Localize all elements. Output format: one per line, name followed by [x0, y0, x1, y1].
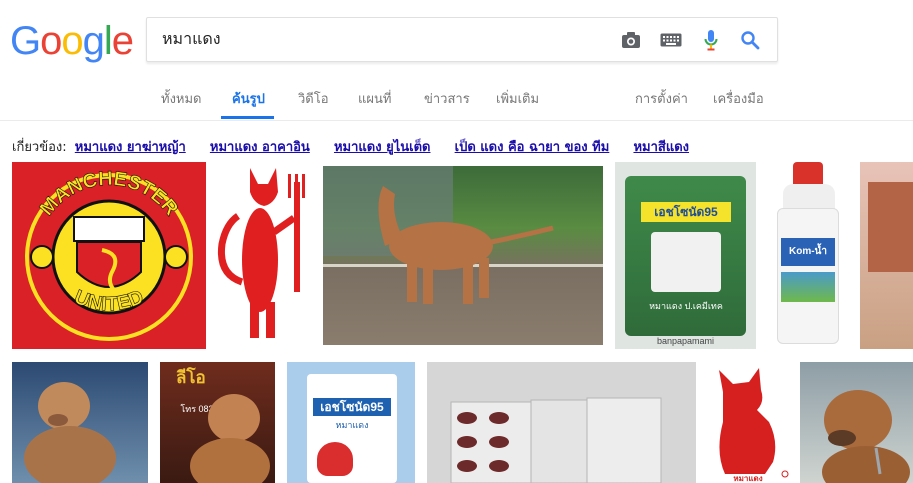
pill-blister-graphic: [450, 397, 662, 483]
image-result-manchester-united-crest[interactable]: MANCHESTER UNITED: [12, 162, 206, 349]
image-result-herbicide-bottle[interactable]: Kom-น้ำ: [765, 162, 852, 349]
tab-more[interactable]: เพิ่มเติม: [496, 88, 539, 109]
tab-settings[interactable]: การตั้งค่า: [635, 88, 688, 109]
image-result-pitbull-collar[interactable]: [800, 362, 913, 483]
search-tabs: ทั้งหมด ค้นรูป วิดีโอ แผนที่ ข่าวสาร เพิ…: [0, 80, 913, 120]
related-searches: เกี่ยวข้อง: หมาแดง ยาฆ่าหญ้า หมาแดง อาคา…: [12, 136, 705, 157]
image-result-herbicide-pack[interactable]: เอชโซนัด95 หมาแดง: [287, 362, 415, 483]
search-header: Google ทั้งหมด ค้นรูป วิดีโอ แผนที่ ข่าว…: [0, 0, 913, 121]
red-dog-logo-graphic: [719, 368, 789, 478]
image-result-partial-photo[interactable]: [860, 162, 913, 349]
trademark-text: หมาแดง: [733, 474, 763, 483]
red-dog-cartoon-graphic: [217, 168, 305, 338]
image-result-pitbull-blue-background[interactable]: [12, 362, 148, 483]
pack-sub-text: หมาแดง: [335, 420, 369, 430]
image-result-brown-pitbull-barking[interactable]: [323, 166, 603, 345]
related-link[interactable]: หมาแดง ยาฆ่าหญ้า: [75, 140, 186, 155]
microphone-icon[interactable]: [699, 29, 723, 51]
google-logo[interactable]: Google: [10, 17, 134, 65]
search-input[interactable]: [162, 18, 602, 61]
pitbull-photo-3-graphic: [822, 390, 910, 483]
tab-images[interactable]: ค้นรูป: [232, 88, 265, 109]
image-result-pitbull-ad[interactable]: ลีโอ โทร 083-795-7561: [160, 362, 275, 483]
logo-letter: o: [40, 19, 62, 63]
logo-letter: e: [111, 19, 134, 63]
bag-brand-text: เอชโซนัด95: [641, 202, 731, 222]
logo-letter: o: [61, 19, 83, 63]
search-box: [146, 17, 778, 62]
related-link[interactable]: หมาสีแดง: [633, 140, 689, 155]
bag-sub-text: หมาแดง ป.เคมีเทค: [649, 301, 723, 311]
tab-news[interactable]: ข่าวสาร: [424, 88, 470, 109]
camera-icon[interactable]: [619, 29, 643, 51]
active-tab-indicator: [221, 116, 274, 119]
search-icon[interactable]: [738, 29, 762, 51]
keyboard-icon[interactable]: [659, 29, 683, 51]
tab-all[interactable]: ทั้งหมด: [161, 88, 202, 109]
tab-tools[interactable]: เครื่องมือ: [713, 88, 764, 109]
tab-videos[interactable]: วิดีโอ: [298, 88, 329, 109]
logo-letter: G: [10, 19, 41, 63]
related-label: เกี่ยวข้อง:: [12, 140, 67, 155]
image-result-red-dog-cartoon[interactable]: [214, 162, 316, 349]
related-link[interactable]: เป็ด แดง คือ ฉายา ของ ทีม: [455, 140, 610, 155]
pitbull-photo-graphic: [323, 166, 603, 304]
manchester-united-crest-graphic: MANCHESTER UNITED: [25, 167, 193, 341]
pitbull-ad-graphic: [190, 394, 270, 483]
logo-letter: l: [103, 19, 113, 63]
logo-letter: g: [82, 19, 105, 63]
image-result-herbicide-bag[interactable]: เอชโซนัด95 หมาแดง ป.เคมีเทค banpapamami: [615, 162, 756, 349]
pitbull-photo-2-graphic: [24, 382, 116, 483]
image-result-pill-blister-pack[interactable]: [427, 362, 696, 483]
pack-brand-text: เอชโซนัด95: [313, 398, 391, 416]
bag-watermark-text: banpapamami: [656, 336, 715, 346]
related-link[interactable]: หมาแดง อาคาอิน: [210, 140, 310, 155]
related-link[interactable]: หมาแดง ยูไนเต็ด: [334, 140, 431, 155]
bottle-label-text: Kom-น้ำ: [781, 238, 835, 266]
image-result-red-dog-logo[interactable]: หมาแดง: [705, 362, 792, 483]
tab-maps[interactable]: แผนที่: [358, 88, 391, 109]
